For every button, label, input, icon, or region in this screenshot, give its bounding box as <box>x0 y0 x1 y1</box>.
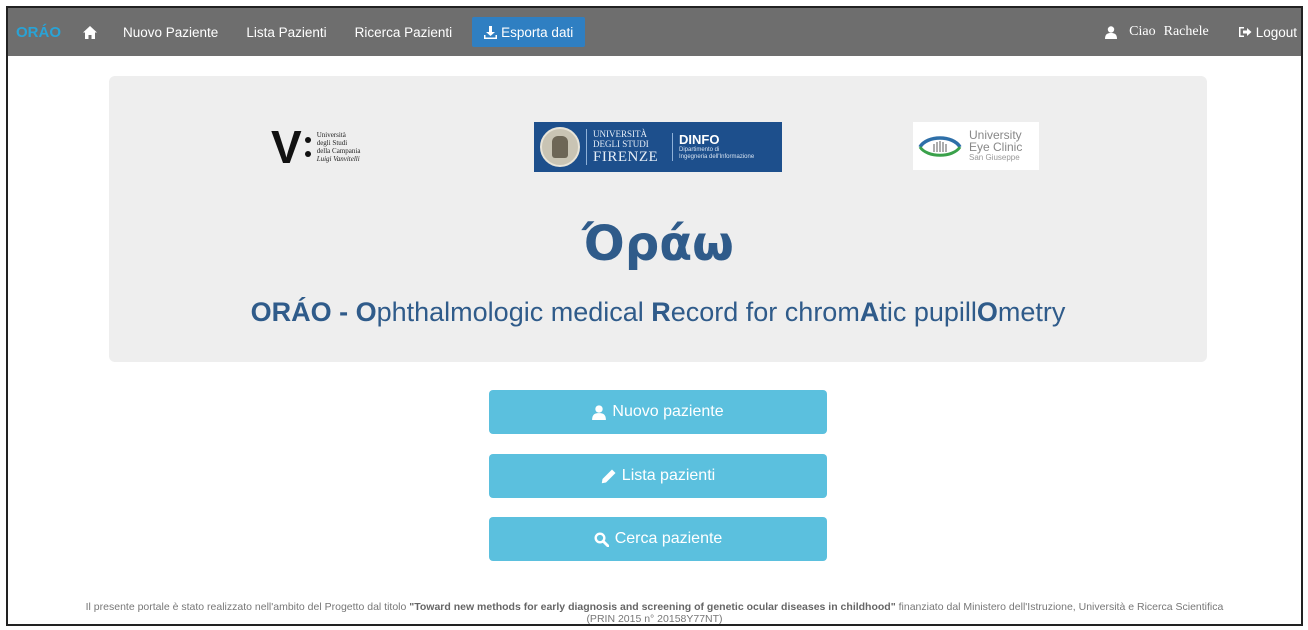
greeting-text: Ciao <box>1129 24 1156 39</box>
hero-panel: V Università degli Studi della Campania … <box>109 76 1207 362</box>
vanvitelli-line: degli Studi <box>316 139 348 147</box>
subtitle-part: ecord for chrom <box>670 297 860 327</box>
logout-icon <box>1238 27 1252 37</box>
subtitle-part: metry <box>997 297 1066 327</box>
search-icon <box>594 531 609 547</box>
new-patient-button[interactable]: Nuovo paziente <box>489 390 827 434</box>
pencil-icon <box>601 469 616 484</box>
download-icon <box>484 25 498 39</box>
vanvitelli-line: Luigi Vanvitelli <box>316 155 360 163</box>
subtitle-part: O <box>976 297 998 327</box>
nav-esporta-dati-label: Esporta dati <box>501 24 574 40</box>
footer-grant: (PRIN 2015 n° 20158Y77NT) <box>586 613 723 625</box>
patient-list-label: Lista pazienti <box>621 467 716 484</box>
eye-clinic-logo: University Eye Clinic San Giuseppe <box>913 122 1039 170</box>
subtitle-part: O <box>355 297 377 327</box>
dinfo-sub: Ingegneria dell'Informazione <box>679 154 755 160</box>
subtitle-part: ORÁO - <box>250 297 356 327</box>
unifi-line: UNIVERSITÀ <box>593 129 647 139</box>
vanvitelli-text: Università degli Studi della Campania Lu… <box>317 131 361 163</box>
dinfo-title: DINFO <box>679 132 720 147</box>
user-name: Rachele <box>1163 24 1209 39</box>
vanvitelli-line: della Campania <box>316 147 361 155</box>
home-link[interactable] <box>71 25 109 39</box>
app-subtitle: ORÁO - Ophthalmologic medical Record for… <box>109 297 1207 328</box>
nav-esporta-dati[interactable]: Esporta dati <box>472 17 586 47</box>
nav-ricerca-pazienti[interactable]: Ricerca Pazienti <box>341 8 467 56</box>
dinfo-text: DINFO Dipartimento di Ingegneria dell'In… <box>672 133 754 161</box>
subtitle-part: phthalmologic medical <box>376 297 652 327</box>
nav-nuovo-paziente[interactable]: Nuovo Paziente <box>109 8 232 56</box>
eye-clinic-icon <box>918 136 962 157</box>
footer-text: Il presente portale è stato realizzato n… <box>85 601 410 613</box>
vanvitelli-letter: V <box>271 121 302 173</box>
logout-label: Logout <box>1255 24 1297 40</box>
footer-note: Il presente portale è stato realizzato n… <box>8 601 1301 625</box>
vanvitelli-dots <box>304 137 311 157</box>
user-icon <box>1105 25 1118 39</box>
nav-lista-pazienti[interactable]: Lista Pazienti <box>232 8 340 56</box>
subtitle-part: tic pupill <box>879 297 977 327</box>
brand-logo[interactable]: ORÁO <box>8 24 71 41</box>
greek-title: Όράω <box>582 216 734 272</box>
home-icon <box>83 25 97 39</box>
eye-clinic-line: Eye Clinic <box>969 140 1023 154</box>
footer-project-title: "Toward new methods for early diagnosis … <box>409 601 896 613</box>
unifi-line-big: FIRENZE <box>593 149 659 165</box>
subtitle-part: R <box>651 297 671 327</box>
app-window: ORÁO Nuovo Paziente Lista Pazienti Ricer… <box>6 6 1303 626</box>
patient-list-button[interactable]: Lista pazienti <box>489 454 827 498</box>
footer-text: finanziato dal Ministero dell'Istruzione… <box>895 601 1224 613</box>
unifi-line: DEGLI STUDI <box>593 139 649 149</box>
dinfo-sub: Dipartimento di <box>679 147 720 153</box>
unifi-dinfo-logo: UNIVERSITÀ DEGLI STUDI FIRENZE DINFO Dip… <box>534 122 782 172</box>
top-navbar: ORÁO Nuovo Paziente Lista Pazienti Ricer… <box>8 8 1301 56</box>
logout-link[interactable]: Logout <box>1238 24 1301 40</box>
footer-line: Il presente portale è stato realizzato n… <box>8 601 1301 613</box>
eye-clinic-sub: San Giuseppe <box>969 153 1020 162</box>
unifi-seal-icon <box>540 127 580 167</box>
user-icon <box>592 404 607 420</box>
navbar-right: Ciao Rachele Logout <box>1105 24 1301 40</box>
eye-clinic-text: University Eye Clinic San Giuseppe <box>969 129 1022 163</box>
vanvitelli-line: Università <box>316 131 346 139</box>
search-patient-button[interactable]: Cerca paziente <box>489 517 827 561</box>
vanvitelli-logo: V Università degli Studi della Campania … <box>271 124 411 170</box>
user-menu[interactable]: Ciao Rachele <box>1105 24 1239 40</box>
unifi-text: UNIVERSITÀ DEGLI STUDI FIRENZE <box>586 129 668 165</box>
new-patient-label: Nuovo paziente <box>612 403 724 420</box>
subtitle-part: A <box>859 297 880 327</box>
search-patient-label: Cerca paziente <box>614 530 723 547</box>
